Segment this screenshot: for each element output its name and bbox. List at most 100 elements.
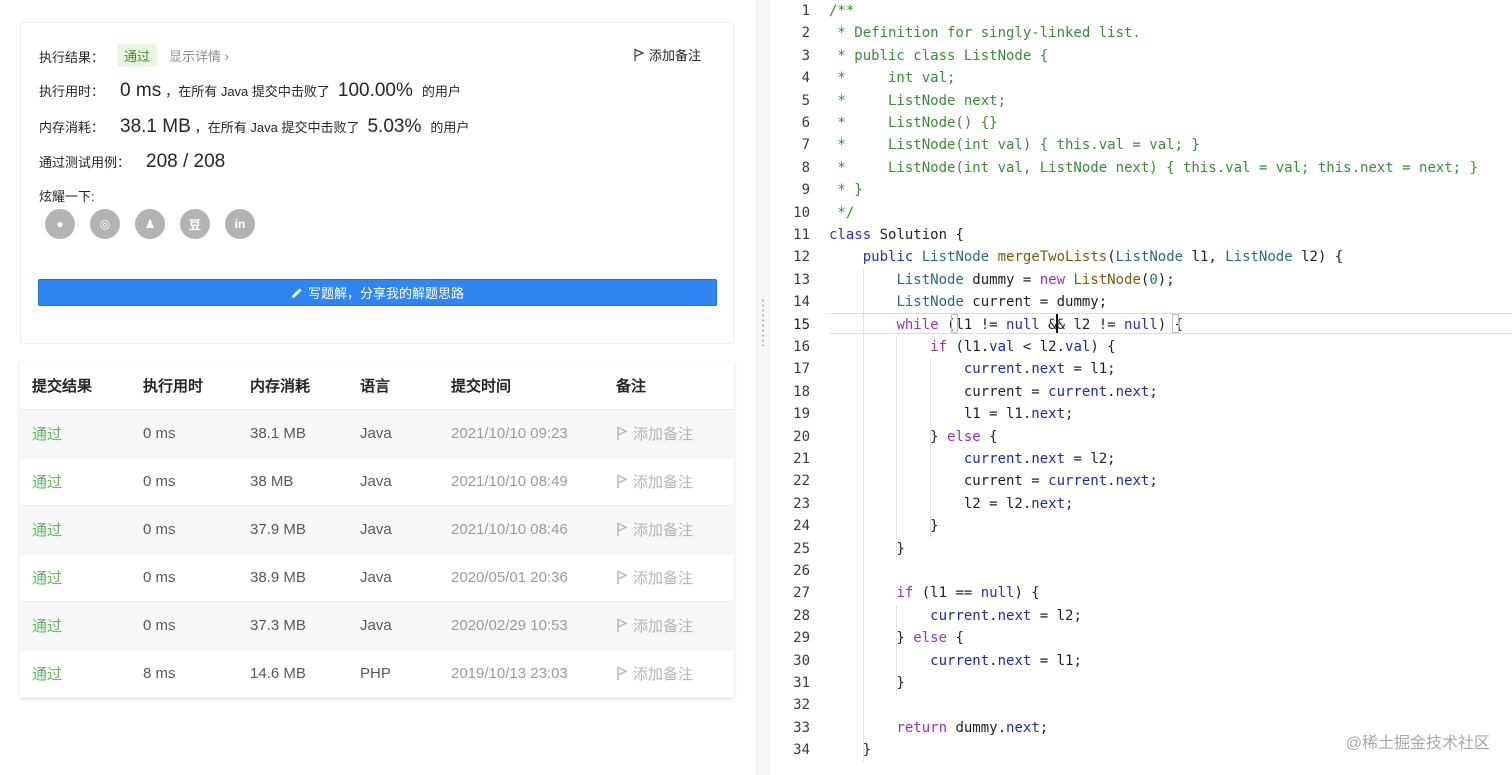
code-token: current bbox=[963, 451, 1023, 467]
line-number: 23 bbox=[793, 495, 810, 512]
code-line[interactable]: 20 } else { bbox=[770, 426, 1512, 448]
code-line[interactable]: 16 if (l1.val < l2.val) { bbox=[770, 336, 1512, 358]
code-token: else bbox=[913, 630, 948, 647]
line-number: 11 bbox=[793, 227, 810, 243]
pane-splitter[interactable] bbox=[756, 0, 770, 775]
flag-icon bbox=[634, 48, 645, 61]
code-line[interactable]: 30 current.next = l1; bbox=[770, 650, 1512, 672]
row-add-note[interactable]: 添加备注 bbox=[616, 663, 734, 684]
code-line[interactable]: 21 current.next = l2; bbox=[770, 448, 1512, 470]
code-line[interactable]: 14 ListNode current = dummy; bbox=[770, 291, 1512, 313]
row-status[interactable]: 通过 bbox=[20, 423, 143, 444]
code-line[interactable]: 13 ListNode dummy = new ListNode(0); bbox=[770, 269, 1512, 291]
code-token: next bbox=[1031, 495, 1066, 512]
qq-icon[interactable]: ♟ bbox=[135, 209, 165, 239]
row-memory: 37.9 MB bbox=[250, 521, 306, 538]
row-status[interactable]: 通过 bbox=[20, 567, 143, 588]
code-line[interactable]: 11 class Solution { bbox=[770, 224, 1512, 246]
write-solution-button[interactable]: 写题解，分享我的解题思路 bbox=[38, 279, 717, 306]
code-token: val bbox=[989, 339, 1015, 355]
row-status[interactable]: 通过 bbox=[20, 663, 143, 684]
row-language: Java bbox=[360, 521, 392, 538]
code-line[interactable]: 4 * int val; bbox=[770, 67, 1512, 89]
code-line[interactable]: 27 if (l1 == null) { bbox=[770, 582, 1512, 604]
code-token: 0 bbox=[1149, 271, 1158, 288]
add-note-button[interactable]: 添加备注 bbox=[633, 45, 701, 64]
line-number: 33 bbox=[793, 719, 810, 736]
code-line[interactable]: 28 current.next = l2; bbox=[770, 605, 1512, 627]
code-line[interactable]: 3 * public class ListNode { bbox=[770, 45, 1512, 67]
table-row[interactable]: 通过 0 ms 38.1 MB Java 2021/10/10 09:23 添加备注 bbox=[20, 410, 734, 458]
code-line[interactable]: 12 public ListNode mergeTwoLists(ListNod… bbox=[770, 246, 1512, 268]
table-row[interactable]: 通过 0 ms 37.3 MB Java 2020/02/29 10:53 添加备注 bbox=[20, 602, 734, 650]
code-line[interactable]: 6 * ListNode() {} bbox=[770, 112, 1512, 134]
row-note-label: 添加备注 bbox=[633, 666, 694, 683]
code-line[interactable]: 25 } bbox=[770, 538, 1512, 560]
line-number: 22 bbox=[793, 473, 810, 490]
code-line[interactable]: 31 } bbox=[770, 672, 1512, 694]
row-status[interactable]: 通过 bbox=[20, 471, 143, 492]
weibo-icon[interactable]: ◎ bbox=[90, 209, 120, 239]
code-line[interactable]: 32 bbox=[770, 694, 1512, 716]
row-add-note[interactable]: 添加备注 bbox=[616, 471, 734, 492]
code-line[interactable]: 8 * ListNode(int val, ListNode next) { t… bbox=[770, 157, 1512, 179]
line-text: * ListNode(int val) { this.val = val; } bbox=[829, 134, 1199, 156]
row-add-note[interactable]: 添加备注 bbox=[616, 615, 734, 636]
row-add-note[interactable]: 添加备注 bbox=[616, 423, 734, 444]
line-text: current.next = l2; bbox=[829, 448, 1116, 470]
code-line[interactable]: 2 * Definition for singly-linked list. bbox=[770, 22, 1512, 44]
code-line[interactable]: 5 * ListNode next; bbox=[770, 90, 1512, 112]
row-language: Java bbox=[360, 569, 392, 586]
result-label: 执行结果： bbox=[39, 50, 105, 65]
table-row[interactable]: 通过 0 ms 38 MB Java 2021/10/10 08:49 添加备注 bbox=[20, 458, 734, 506]
code-line[interactable]: 9 * } bbox=[770, 179, 1512, 201]
table-row[interactable]: 通过 0 ms 37.9 MB Java 2021/10/10 08:46 添加备注 bbox=[20, 506, 734, 554]
line-number: 1 bbox=[801, 3, 810, 19]
row-submit-time: 2019/10/13 23:03 bbox=[451, 665, 568, 682]
row-add-note[interactable]: 添加备注 bbox=[616, 519, 734, 540]
code-line[interactable]: 15 while (l1 != null && l2 != null) { bbox=[770, 314, 1512, 336]
table-row[interactable]: 通过 8 ms 14.6 MB PHP 2019/10/13 23:03 添加备注 bbox=[20, 650, 734, 698]
row-add-note[interactable]: 添加备注 bbox=[616, 567, 734, 588]
line-number: 27 bbox=[793, 585, 810, 602]
code-editor[interactable]: 1 /** 2 * Definition for singly-linked lis… bbox=[770, 0, 1512, 775]
code-line[interactable]: 23 l2 = l2.next; bbox=[770, 493, 1512, 515]
row-submit-time: 2020/05/01 20:36 bbox=[451, 569, 568, 586]
line-text: } bbox=[829, 672, 904, 694]
code-token: next bbox=[1031, 406, 1066, 423]
table-row[interactable]: 通过 0 ms 38.9 MB Java 2020/05/01 20:36 添加备注 bbox=[20, 554, 734, 602]
line-number: 10 bbox=[793, 204, 810, 221]
show-details-link[interactable]: 显示详情 › bbox=[169, 46, 229, 65]
code-token: val bbox=[1065, 339, 1091, 355]
code-token: . bbox=[1107, 383, 1116, 400]
code-line[interactable]: 18 current = current.next; bbox=[770, 381, 1512, 403]
code-line[interactable]: 10 */ bbox=[770, 202, 1512, 224]
code-line[interactable]: 17 current.next = l1; bbox=[770, 358, 1512, 380]
code-line[interactable]: 24 } bbox=[770, 515, 1512, 537]
code-token: current = bbox=[829, 473, 1049, 490]
code-line[interactable]: 26 bbox=[770, 560, 1512, 582]
row-status[interactable]: 通过 bbox=[20, 519, 143, 540]
code-token: return bbox=[896, 719, 948, 736]
code-line[interactable]: 7 * ListNode(int val) { this.val = val; … bbox=[770, 134, 1512, 156]
code-line[interactable]: 22 current = current.next; bbox=[770, 470, 1512, 492]
row-memory: 38.1 MB bbox=[250, 425, 306, 442]
douban-icon[interactable]: 豆 bbox=[180, 209, 210, 239]
code-token: ) { bbox=[1014, 585, 1040, 602]
line-number: 3 bbox=[801, 47, 810, 64]
line-number: 8 bbox=[801, 159, 810, 176]
code-line[interactable]: 29 } else { bbox=[770, 627, 1512, 649]
wechat-icon[interactable]: ● bbox=[45, 209, 75, 239]
splitter-grip[interactable] bbox=[762, 298, 764, 346]
row-status[interactable]: 通过 bbox=[20, 615, 143, 636]
flag-icon bbox=[617, 570, 628, 584]
code-line[interactable]: 1 /** bbox=[770, 0, 1512, 22]
linkedin-icon[interactable]: in bbox=[225, 209, 255, 239]
line-number: 32 bbox=[793, 697, 810, 714]
code-line[interactable]: 19 l1 = l1.next; bbox=[770, 403, 1512, 425]
line-number: 9 bbox=[801, 182, 810, 199]
